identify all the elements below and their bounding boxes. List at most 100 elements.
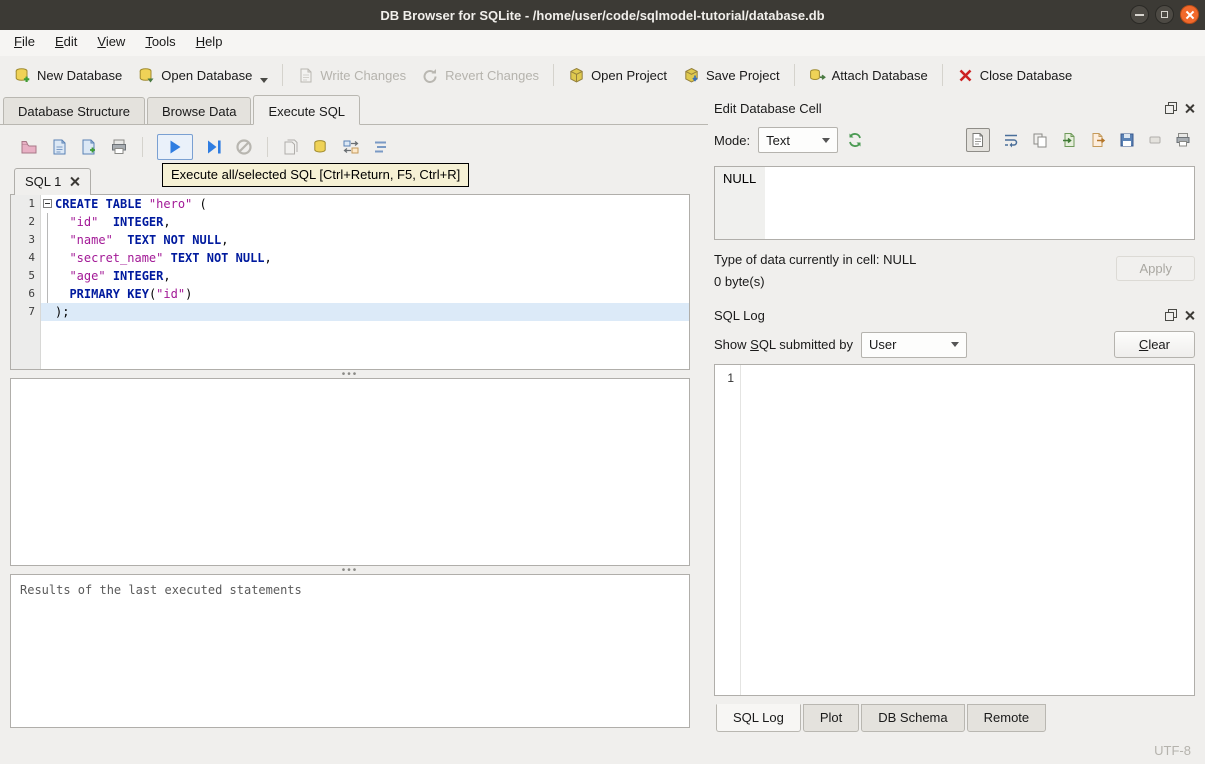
execute-tooltip: Execute all/selected SQL [Ctrl+Return, F… — [162, 163, 470, 187]
open-project-button[interactable]: Open Project — [560, 62, 675, 89]
splitter-handle[interactable]: ••• — [10, 565, 690, 576]
cell-editor-gutter: NULL — [715, 167, 765, 239]
clear-button[interactable]: Clear — [1113, 331, 1195, 358]
code-line: 3 "name" TEXT NOT NULL, — [28, 231, 229, 249]
cell-info-row: Type of data currently in cell: NULL 0 b… — [714, 252, 1195, 289]
attach-database-button[interactable]: Attach Database — [801, 62, 936, 89]
new-database-button[interactable]: New Database — [6, 62, 130, 89]
find-replace-icon[interactable] — [342, 138, 360, 156]
save-sql-file-icon[interactable] — [50, 138, 68, 156]
word-wrap-icon[interactable] — [1003, 132, 1019, 148]
toolbar-separator — [142, 137, 143, 157]
window-title: DB Browser for SQLite - /home/user/code/… — [380, 7, 825, 23]
edit-cell-header: Edit Database Cell — [714, 96, 1195, 120]
execute-current-line-icon[interactable] — [205, 138, 223, 156]
new-database-icon — [14, 67, 31, 84]
edit-cell-icons — [966, 128, 1195, 152]
tab-browse-data[interactable]: Browse Data — [147, 97, 252, 125]
copy-icon[interactable] — [1032, 132, 1048, 148]
export-results-icon[interactable] — [282, 138, 300, 156]
save-project-icon — [683, 67, 700, 84]
float-dock-icon[interactable] — [1165, 102, 1177, 114]
apply-button[interactable]: Apply — [1116, 256, 1195, 281]
sql-toolbar: Execute all/selected SQL [Ctrl+Return, F… — [10, 129, 690, 187]
save-project-button[interactable]: Save Project — [675, 62, 788, 89]
toolbar-separator — [941, 64, 943, 86]
menu-edit[interactable]: Edit — [45, 30, 87, 56]
code-line: 1 CREATE TABLE "hero" ( — [28, 197, 207, 211]
import-icon[interactable] — [1061, 132, 1077, 148]
stop-icon[interactable] — [235, 138, 253, 156]
menu-view[interactable]: View — [87, 30, 135, 56]
left-column: Database Structure Browse Data Execute S… — [0, 94, 708, 736]
dock-tab-db-schema[interactable]: DB Schema — [861, 704, 965, 732]
minimize-icon[interactable] — [1130, 5, 1149, 24]
main-toolbar: New Database Open Database Write Changes… — [0, 56, 1205, 94]
window-controls — [1130, 5, 1199, 24]
dropdown-caret-icon[interactable] — [260, 77, 269, 83]
open-database-button[interactable]: Open Database — [130, 62, 276, 89]
chevron-down-icon — [951, 342, 959, 347]
dock-tabstrip: SQL Log Plot DB Schema Remote — [714, 704, 1195, 732]
menu-tools[interactable]: Tools — [135, 30, 185, 56]
code-line: 2 "id" INTEGER, — [28, 213, 171, 231]
execute-sql-panel: Execute all/selected SQL [Ctrl+Return, F… — [0, 125, 708, 736]
results-message[interactable]: Results of the last executed statements — [10, 574, 690, 728]
text-view-icon[interactable] — [966, 128, 990, 152]
menu-file[interactable]: File — [4, 30, 45, 56]
close-sql-tab-icon[interactable] — [69, 176, 80, 187]
statusbar: UTF-8 — [0, 736, 1205, 764]
set-null-icon[interactable] — [1148, 133, 1162, 147]
tab-execute-sql[interactable]: Execute SQL — [253, 95, 361, 125]
write-changes-button[interactable]: Write Changes — [289, 62, 414, 89]
close-database-button[interactable]: Close Database — [949, 62, 1081, 89]
attach-database-icon — [809, 67, 826, 84]
toolbar-separator — [793, 64, 795, 86]
export-icon[interactable] — [1090, 132, 1106, 148]
tab-database-structure[interactable]: Database Structure — [3, 97, 146, 125]
attach-database-small-icon[interactable] — [312, 138, 330, 156]
cell-type-info: Type of data currently in cell: NULL — [714, 252, 917, 267]
revert-changes-icon — [422, 67, 439, 84]
code-line: 4 "secret_name" TEXT NOT NULL, — [28, 249, 272, 267]
code-line: 5 "age" INTEGER, — [28, 267, 171, 285]
dock-tab-sql-log[interactable]: SQL Log — [716, 704, 801, 732]
auto-switch-mode-icon[interactable] — [846, 131, 864, 149]
toolbar-separator — [553, 64, 555, 86]
write-changes-icon — [297, 67, 314, 84]
submitted-by-combobox[interactable]: User — [861, 331, 967, 358]
sql-editor[interactable]: 1 CREATE TABLE "hero" ( 2 "id" INTEGER, … — [10, 194, 690, 370]
code-line-current: 7 ); — [11, 303, 689, 321]
dock-tab-plot[interactable]: Plot — [802, 704, 860, 732]
sql-log-view[interactable]: 1 — [714, 364, 1195, 696]
restore-icon[interactable] — [1155, 5, 1174, 24]
mode-combobox[interactable]: Text — [758, 127, 839, 153]
toolbar-separator — [282, 64, 284, 86]
revert-changes-button[interactable]: Revert Changes — [414, 62, 547, 89]
close-window-icon[interactable] — [1180, 5, 1199, 24]
execute-all-button[interactable] — [157, 134, 193, 160]
splitter-handle[interactable]: ••• — [10, 369, 690, 380]
dock-tab-remote[interactable]: Remote — [966, 704, 1047, 732]
cell-size-info: 0 byte(s) — [714, 274, 765, 289]
results-grid[interactable] — [10, 378, 690, 566]
sql-tab[interactable]: SQL 1 — [14, 168, 92, 195]
log-line-number: 1 — [715, 365, 741, 695]
menu-help[interactable]: Help — [186, 30, 233, 56]
float-dock-icon[interactable] — [1165, 309, 1177, 321]
main-content: Database Structure Browse Data Execute S… — [0, 94, 1205, 736]
toolbar-separator — [267, 137, 268, 157]
chevron-down-icon — [822, 137, 831, 143]
format-sql-icon[interactable] — [372, 138, 390, 156]
save-icon[interactable] — [1119, 132, 1135, 148]
main-tabstrip: Database Structure Browse Data Execute S… — [0, 94, 708, 125]
fold-marker-icon[interactable] — [43, 199, 52, 208]
save-sql-as-icon[interactable] — [80, 138, 98, 156]
print-cell-icon[interactable] — [1175, 132, 1191, 148]
close-database-icon — [957, 67, 974, 84]
open-sql-file-icon[interactable] — [20, 138, 38, 156]
cell-editor[interactable]: NULL — [714, 166, 1195, 240]
print-sql-icon[interactable] — [110, 138, 128, 156]
close-dock-icon[interactable] — [1184, 103, 1195, 114]
close-dock-icon[interactable] — [1184, 310, 1195, 321]
